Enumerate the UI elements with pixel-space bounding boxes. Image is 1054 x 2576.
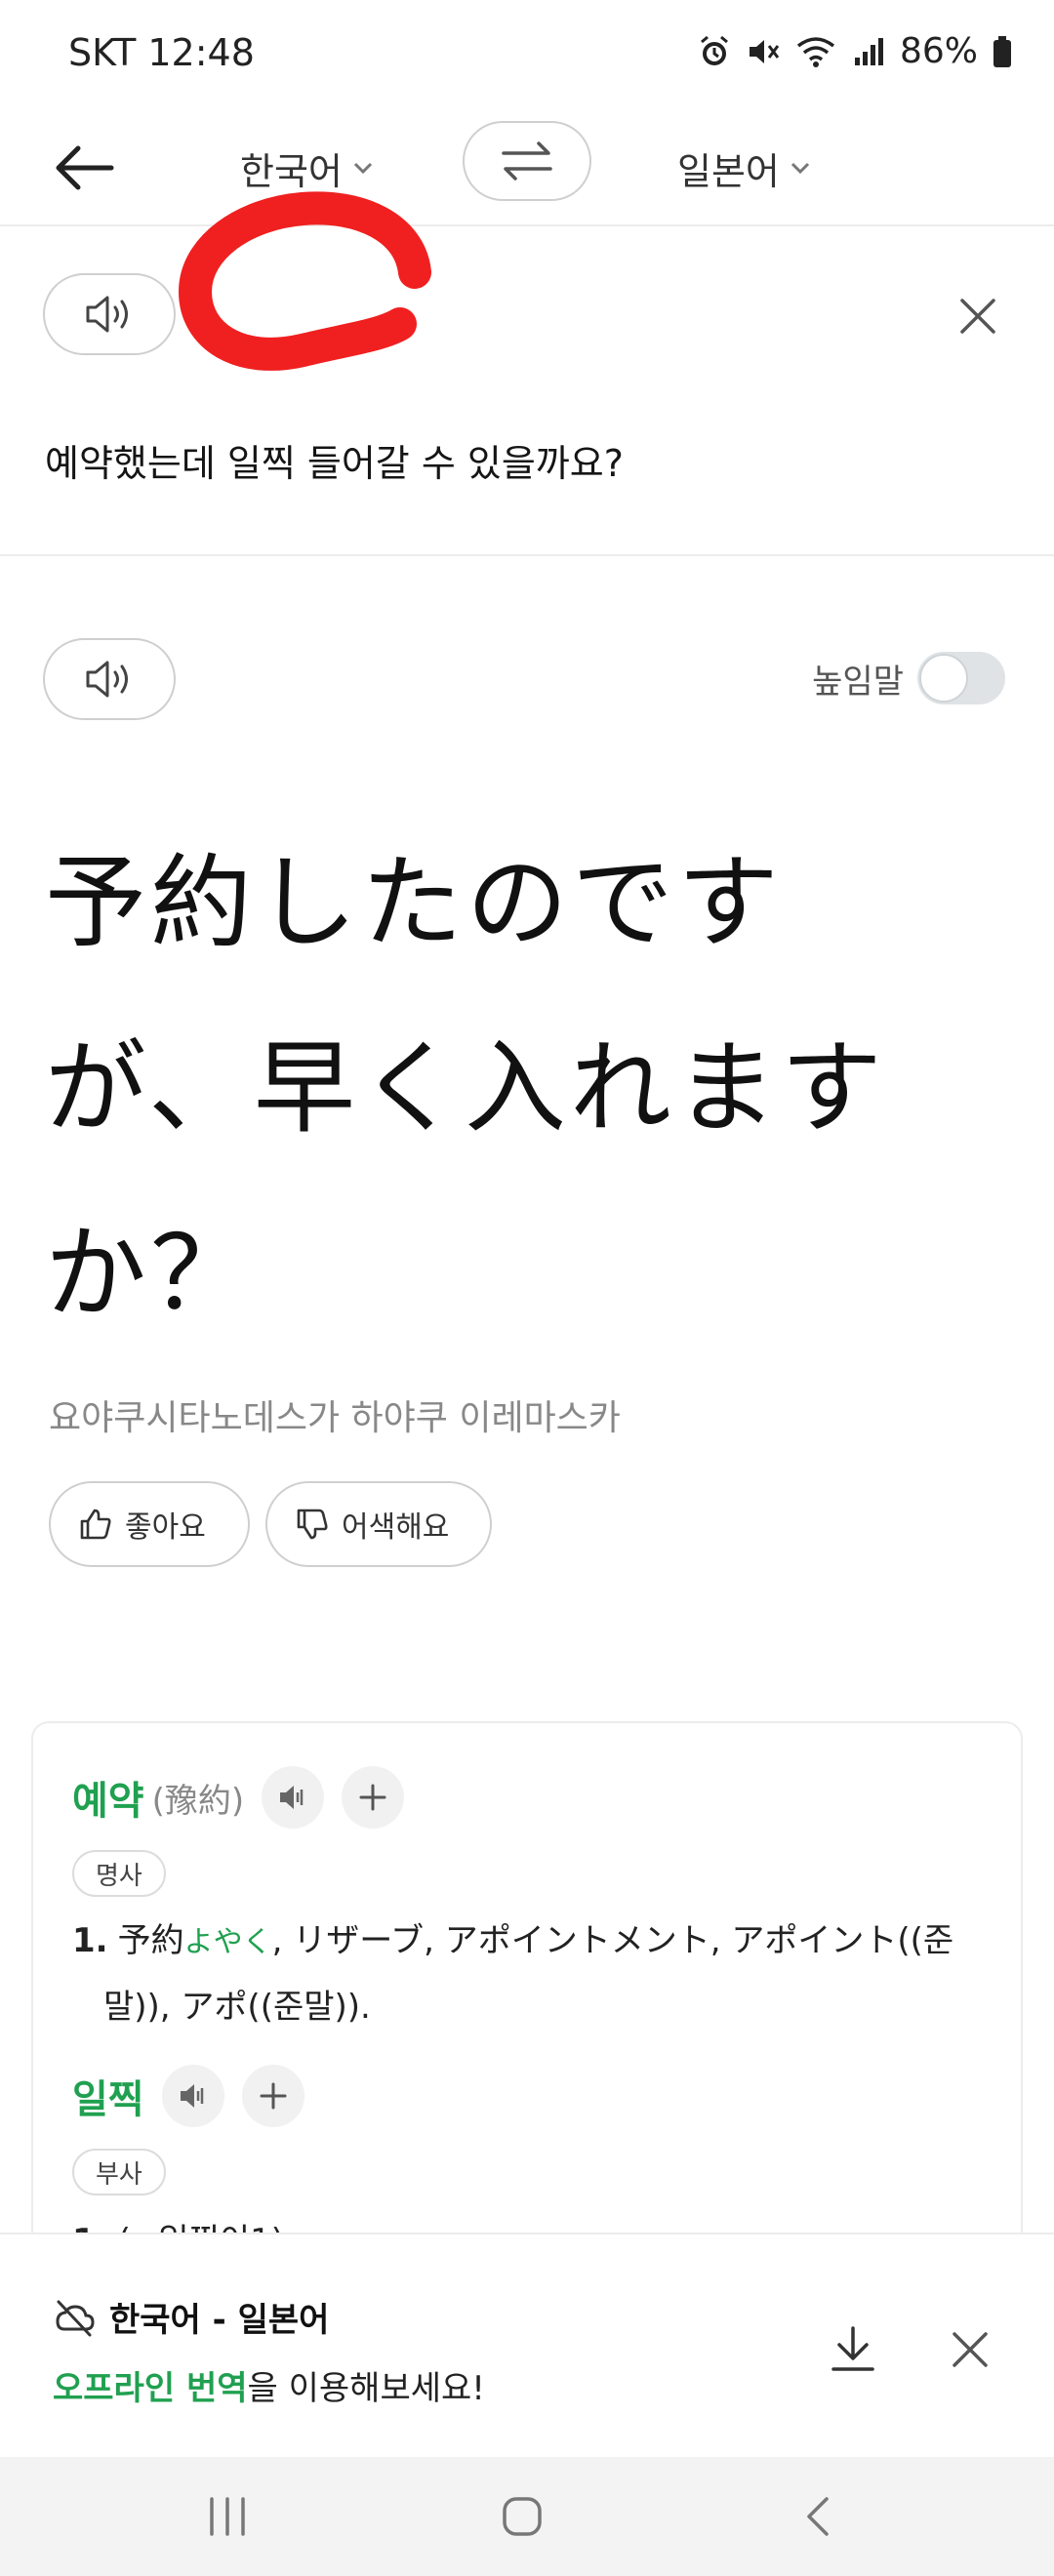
target-language-label: 일본어	[677, 149, 780, 193]
system-back-button[interactable]	[773, 2480, 861, 2553]
battery-icon	[992, 34, 1013, 69]
recent-apps-button[interactable]	[183, 2480, 271, 2553]
status-icons: 86%	[697, 31, 1013, 71]
back-arrow-icon	[56, 145, 114, 190]
chevron-down-icon	[790, 162, 809, 175]
result-listen-button[interactable]	[43, 638, 176, 720]
home-icon	[503, 2497, 542, 2536]
toggle-knob	[919, 654, 968, 703]
entry-word[interactable]: 일찍	[72, 2068, 144, 2124]
meaning-rest: , リザーブ, アポイントメント, アポイント((준	[271, 1921, 954, 1960]
home-button[interactable]	[478, 2480, 566, 2553]
offline-banner-title-text: 한국어 - 일본어	[109, 2301, 330, 2340]
offline-banner: 한국어 - 일본어 오프라인 번역을 이용해보세요!	[0, 2233, 1054, 2457]
translation-text: 予約したのです が、早く入れます か？	[45, 810, 1021, 1366]
honorific-label: 높임말	[812, 662, 904, 702]
meaning-head[interactable]: 予約	[118, 1921, 184, 1960]
honorific-setting: 높임말	[812, 652, 1005, 704]
dictionary-entry-header: 예약 (豫約)	[72, 1766, 405, 1829]
system-navigation-bar	[0, 2457, 1054, 2576]
entry-listen-button[interactable]	[262, 1766, 325, 1829]
battery-percent: 86%	[899, 31, 978, 71]
source-language-label: 한국어	[240, 149, 343, 193]
language-bar: 한국어 일본어	[0, 109, 1054, 371]
alarm-icon	[697, 34, 732, 69]
entry-listen-button[interactable]	[161, 2065, 224, 2127]
like-button[interactable]: 좋아요	[49, 1481, 250, 1567]
source-panel: 예약했는데 일찍 들어갈 수 있을까요?	[0, 226, 1054, 556]
close-icon	[953, 2332, 988, 2367]
mute-icon	[746, 34, 781, 69]
honorific-toggle[interactable]	[917, 652, 1005, 704]
meaning-number: 1.	[72, 1921, 108, 1960]
swap-icon	[502, 141, 552, 181]
download-button[interactable]	[822, 2318, 884, 2381]
part-of-speech-badge: 부사	[72, 2149, 166, 2195]
dictionary-card: 예약 (豫約) 명사 1. 予約よやく, リザーブ, アポイントメント, アポイン…	[31, 1721, 1023, 2268]
thumbs-up-icon	[80, 1509, 111, 1540]
entry-hanja: (豫約)	[151, 1781, 245, 1821]
source-listen-button[interactable]	[43, 273, 176, 355]
offline-banner-subtitle: 오프라인 번역을 이용해보세요!	[53, 2361, 485, 2409]
entry-add-button[interactable]	[241, 2065, 304, 2127]
clear-source-button[interactable]	[951, 289, 1005, 343]
status-bar: SKT 12:48 86%	[0, 0, 1054, 109]
pronunciation-text: 요야쿠시타노데스가 하야쿠 이레마스카	[49, 1398, 621, 1438]
plus-icon	[359, 1784, 386, 1811]
translation-line: が、早く入れます	[45, 1028, 886, 1147]
download-icon	[831, 2326, 874, 2371]
entry-word[interactable]: 예약	[72, 1769, 144, 1826]
meaning-continuation: 말)), アポ((준말)).	[103, 1988, 371, 2027]
speaker-icon	[280, 1786, 304, 1809]
offline-translation-link[interactable]: 오프라인 번역	[53, 2369, 248, 2408]
entry-meaning: 1. 予約よやく, リザーブ, アポイントメント, アポイント((준 말)), ア…	[72, 1909, 980, 2039]
speaker-icon	[86, 661, 128, 698]
back-chevron-icon	[807, 2497, 829, 2536]
close-banner-button[interactable]	[939, 2318, 1001, 2381]
swap-languages-button[interactable]	[463, 121, 591, 201]
offline-banner-title: 한국어 - 일본어	[53, 2293, 329, 2341]
chevron-down-icon	[353, 162, 372, 175]
signal-icon	[851, 34, 886, 69]
awkward-label: 어색해요	[342, 1510, 450, 1545]
cloud-off-icon	[56, 2300, 95, 2336]
dictionary-entry-header: 일찍	[72, 2065, 304, 2127]
awkward-button[interactable]: 어색해요	[265, 1481, 492, 1567]
close-icon	[960, 299, 995, 334]
source-text[interactable]: 예약했는데 일찍 들어갈 수 있을까요?	[45, 433, 624, 487]
source-language-select[interactable]: 한국어	[240, 137, 374, 199]
wifi-icon	[794, 34, 837, 69]
part-of-speech-badge: 명사	[72, 1850, 166, 1897]
speaker-icon	[86, 296, 128, 333]
meaning-furigana: よやく	[183, 1925, 272, 1959]
translation-line: か？	[45, 1214, 257, 1333]
recent-apps-icon	[210, 2497, 245, 2536]
entry-add-button[interactable]	[342, 1766, 405, 1829]
plus-icon	[260, 2082, 287, 2110]
thumbs-down-icon	[297, 1509, 328, 1540]
speaker-icon	[180, 2084, 203, 2108]
target-language-select[interactable]: 일본어	[677, 137, 811, 199]
back-button[interactable]	[47, 131, 121, 205]
translation-line: 予約したのです	[45, 843, 784, 962]
like-label: 좋아요	[125, 1510, 206, 1545]
offline-banner-subtitle-rest: 을 이용해보세요!	[247, 2369, 485, 2408]
carrier-time: SKT 12:48	[68, 31, 255, 74]
